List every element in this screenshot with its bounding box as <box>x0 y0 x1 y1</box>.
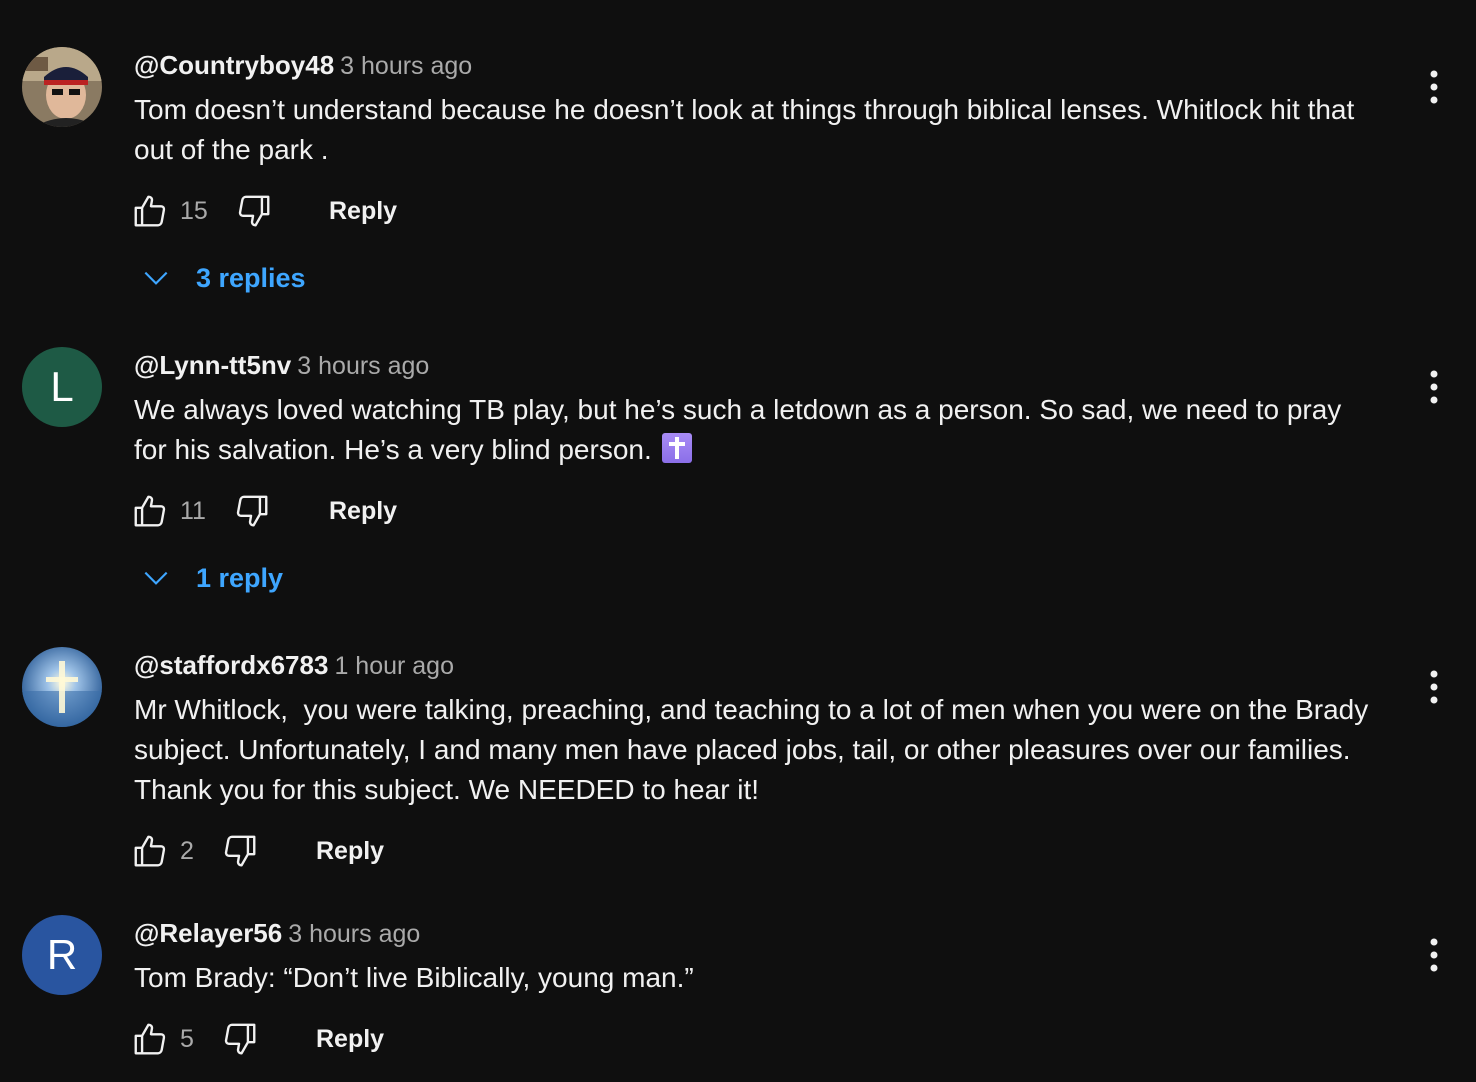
thumbs-down-icon <box>236 495 268 527</box>
replies-count-label: 1 reply <box>196 562 284 593</box>
view-replies-button[interactable]: 1 reply <box>140 558 283 598</box>
dislike-button[interactable] <box>232 491 272 531</box>
vertical-dots-icon <box>1430 370 1438 404</box>
author-name[interactable]: @staffordx6783 <box>134 650 328 680</box>
comment-text: Mr Whitlock, you were talking, preaching… <box>134 694 1376 805</box>
vertical-dots-icon <box>1430 70 1438 104</box>
avatar-letter: R <box>46 931 78 978</box>
like-count: 2 <box>180 836 194 865</box>
like-button[interactable] <box>130 1019 170 1059</box>
comment-text: Tom doesn’t understand because he doesn’… <box>134 94 1355 165</box>
timestamp[interactable]: 3 hours ago <box>340 52 472 80</box>
timestamp[interactable]: 1 hour ago <box>334 652 454 680</box>
comment-text: We always loved watching TB play, but he… <box>134 390 1374 470</box>
reply-button[interactable]: Reply <box>316 1025 384 1054</box>
avatar-photo <box>22 47 102 127</box>
latin-cross-emoji <box>661 433 692 463</box>
chevron-down-icon <box>144 271 168 285</box>
comment-actions: 11 Reply <box>130 489 397 533</box>
reply-button[interactable]: Reply <box>316 837 384 866</box>
more-actions-button[interactable] <box>1418 935 1450 975</box>
more-actions-button[interactable] <box>1418 67 1450 107</box>
dislike-button[interactable] <box>220 831 260 871</box>
chevron-down-icon <box>144 571 168 585</box>
like-count: 5 <box>180 1024 194 1053</box>
thumbs-up-icon <box>134 495 166 527</box>
avatar-photo <box>22 647 102 727</box>
like-button[interactable] <box>130 191 170 231</box>
avatar[interactable]: R <box>22 915 102 995</box>
comment-header: @Countryboy48 3 hours ago <box>134 48 472 87</box>
avatar[interactable]: L <box>22 347 102 427</box>
thumbs-down-icon <box>224 835 256 867</box>
replies-count-label: 3 replies <box>196 262 306 293</box>
thumbs-down-icon <box>238 195 270 227</box>
like-button[interactable] <box>130 491 170 531</box>
vertical-dots-icon <box>1430 938 1438 972</box>
reply-button[interactable]: Reply <box>329 497 397 526</box>
thumbs-up-icon <box>134 195 166 227</box>
author-name[interactable]: @Relayer56 <box>134 918 282 948</box>
comment-header: @Relayer56 3 hours ago <box>134 916 420 955</box>
author-name[interactable]: @Countryboy48 <box>134 50 334 80</box>
avatar[interactable] <box>22 647 102 727</box>
view-replies-button[interactable]: 3 replies <box>140 258 306 298</box>
dislike-button[interactable] <box>220 1019 260 1059</box>
thumbs-up-icon <box>134 1023 166 1055</box>
vertical-dots-icon <box>1430 670 1438 704</box>
comment-actions: 2 Reply <box>130 829 384 873</box>
more-actions-button[interactable] <box>1418 667 1450 707</box>
thumbs-down-icon <box>224 1023 256 1055</box>
timestamp[interactable]: 3 hours ago <box>288 920 420 948</box>
timestamp[interactable]: 3 hours ago <box>297 352 429 380</box>
comment-actions: 15 Reply <box>130 189 397 233</box>
more-actions-button[interactable] <box>1418 367 1450 407</box>
reply-button[interactable]: Reply <box>329 197 397 226</box>
like-count: 15 <box>180 196 208 225</box>
author-name[interactable]: @Lynn-tt5nv <box>134 350 291 380</box>
comment-text: Tom Brady: “Don’t live Biblically, young… <box>134 962 694 993</box>
comment-actions: 5 Reply <box>130 1017 384 1061</box>
avatar-letter: L <box>50 363 74 410</box>
dislike-button[interactable] <box>234 191 274 231</box>
like-count: 11 <box>180 496 206 525</box>
comment-header: @Lynn-tt5nv 3 hours ago <box>134 348 429 387</box>
comment-text-body: We always loved watching TB play, but he… <box>134 394 1342 465</box>
like-button[interactable] <box>130 831 170 871</box>
thumbs-up-icon <box>134 835 166 867</box>
comment-header: @staffordx6783 1 hour ago <box>134 648 454 687</box>
avatar[interactable] <box>22 47 102 127</box>
